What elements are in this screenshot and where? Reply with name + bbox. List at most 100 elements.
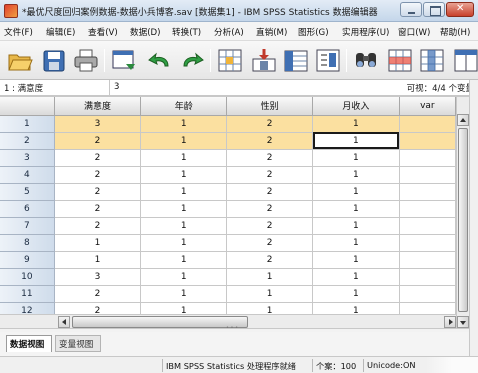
empty-cell[interactable]	[399, 149, 456, 167]
insert-variable-icon[interactable]	[418, 47, 446, 74]
table-row[interactable]: 10 3 1 1 1	[0, 268, 456, 286]
print-icon[interactable]	[72, 47, 100, 74]
scroll-down-arrow-icon[interactable]	[457, 316, 469, 328]
data-cell[interactable]: 1	[140, 268, 228, 286]
empty-cell[interactable]	[399, 302, 456, 314]
undo-icon[interactable]	[146, 47, 174, 74]
data-cell[interactable]: 1	[140, 251, 228, 269]
column-header-var[interactable]: var	[399, 97, 456, 116]
close-button[interactable]	[446, 2, 474, 17]
table-row[interactable]: 62121	[0, 200, 456, 218]
scroll-up-arrow-icon[interactable]	[457, 114, 469, 126]
scroll-left-arrow-icon[interactable]	[58, 316, 70, 328]
table-row[interactable]: 52121	[0, 183, 456, 201]
data-cell[interactable]: 1	[312, 251, 400, 269]
go-to-case-icon[interactable]	[216, 47, 244, 74]
data-cell[interactable]: 1	[312, 234, 400, 252]
data-cell[interactable]: 2	[226, 183, 314, 201]
data-cell[interactable]: 1	[140, 285, 228, 303]
data-cell[interactable]: 1	[226, 302, 314, 314]
empty-cell[interactable]	[399, 115, 456, 133]
data-cell[interactable]: 1	[226, 285, 314, 303]
data-cell[interactable]: 2	[226, 149, 314, 167]
row-number-header[interactable]: 11	[0, 285, 55, 303]
data-cell[interactable]: 1	[140, 149, 228, 167]
data-cell[interactable]: 1	[312, 217, 400, 235]
menu-utilities[interactable]: 实用程序(U)	[342, 26, 389, 38]
row-number-header[interactable]: 9	[0, 251, 55, 269]
column-header-gender[interactable]: 性别	[226, 97, 314, 116]
split-file-icon[interactable]	[452, 47, 478, 74]
data-cell[interactable]: 1	[140, 132, 228, 150]
data-cell[interactable]: 3	[54, 268, 142, 286]
cell-value-editor[interactable]: 3	[114, 82, 119, 92]
data-cell[interactable]: 1	[140, 166, 228, 184]
empty-cell[interactable]	[399, 268, 456, 286]
data-cell[interactable]: 1	[312, 149, 400, 167]
table-row[interactable]: 81121	[0, 234, 456, 252]
menu-direct-marketing[interactable]: 直销(M)	[256, 26, 287, 38]
data-cell[interactable]: 1	[140, 234, 228, 252]
save-icon[interactable]	[40, 47, 68, 74]
grid-corner[interactable]	[0, 97, 55, 116]
menu-edit[interactable]: 编辑(E)	[46, 26, 75, 38]
empty-cell[interactable]	[399, 132, 456, 150]
data-cell[interactable]: 2	[226, 166, 314, 184]
empty-cell[interactable]	[399, 183, 456, 201]
data-cell[interactable]: 1	[312, 285, 400, 303]
data-cell[interactable]: 2	[54, 149, 142, 167]
dialog-recall-icon[interactable]	[110, 47, 138, 74]
data-cell[interactable]: 1	[312, 200, 400, 218]
data-cell[interactable]: 1	[140, 183, 228, 201]
data-cell[interactable]: 1	[140, 217, 228, 235]
data-cell[interactable]: 1	[312, 183, 400, 201]
data-cell[interactable]: 2	[226, 200, 314, 218]
table-row[interactable]: 11 2 1 1 1	[0, 285, 456, 303]
data-cell[interactable]: 2	[226, 251, 314, 269]
empty-cell[interactable]	[399, 166, 456, 184]
data-cell[interactable]: 3	[54, 115, 142, 133]
table-row[interactable]: 12 2 1 1 1	[0, 302, 456, 314]
row-number-header[interactable]: 5	[0, 183, 55, 201]
data-cell[interactable]: 2	[54, 183, 142, 201]
minimize-button[interactable]	[400, 2, 422, 17]
row-number-header[interactable]: 8	[0, 234, 55, 252]
row-number-header[interactable]: 3	[0, 149, 55, 167]
row-number-header[interactable]: 2	[0, 132, 55, 150]
menu-data[interactable]: 数据(D)	[130, 26, 161, 38]
column-header-satisfaction[interactable]: 满意度	[54, 97, 142, 116]
go-to-variable-icon[interactable]	[250, 47, 278, 74]
empty-cell[interactable]	[399, 234, 456, 252]
data-cell[interactable]: 2	[226, 115, 314, 133]
variables-icon[interactable]	[282, 47, 310, 74]
table-row[interactable]: 13121	[0, 115, 456, 133]
horizontal-scroll-thumb[interactable]	[72, 316, 248, 328]
data-cell[interactable]: 2	[54, 285, 142, 303]
run-descriptives-icon[interactable]	[314, 47, 342, 74]
vertical-scrollbar[interactable]	[456, 97, 469, 329]
data-cell[interactable]: 2	[54, 200, 142, 218]
redo-icon[interactable]	[178, 47, 206, 74]
row-number-header[interactable]: 1	[0, 115, 55, 133]
empty-cell[interactable]	[399, 217, 456, 235]
find-icon[interactable]	[352, 47, 380, 74]
horizontal-scrollbar[interactable]	[58, 314, 456, 328]
menu-window[interactable]: 窗口(W)	[398, 26, 430, 38]
data-cell[interactable]: 1	[312, 166, 400, 184]
data-cell[interactable]: 2	[54, 302, 142, 314]
row-number-header[interactable]: 7	[0, 217, 55, 235]
row-number-header[interactable]: 4	[0, 166, 55, 184]
data-cell[interactable]: 1	[54, 234, 142, 252]
table-row[interactable]: 22121	[0, 132, 456, 150]
table-row[interactable]: 91121	[0, 251, 456, 269]
menu-graphs[interactable]: 图形(G)	[298, 26, 329, 38]
empty-cell[interactable]	[399, 285, 456, 303]
row-number-header[interactable]: 12	[0, 302, 55, 314]
menu-file[interactable]: 文件(F)	[4, 26, 33, 38]
tab-data-view[interactable]: 数据视图	[6, 335, 52, 352]
data-cell[interactable]: 1	[140, 200, 228, 218]
scroll-right-arrow-icon[interactable]	[444, 316, 456, 328]
data-cell[interactable]: 1	[226, 268, 314, 286]
data-cell[interactable]: 1	[312, 302, 400, 314]
row-number-header[interactable]: 6	[0, 200, 55, 218]
